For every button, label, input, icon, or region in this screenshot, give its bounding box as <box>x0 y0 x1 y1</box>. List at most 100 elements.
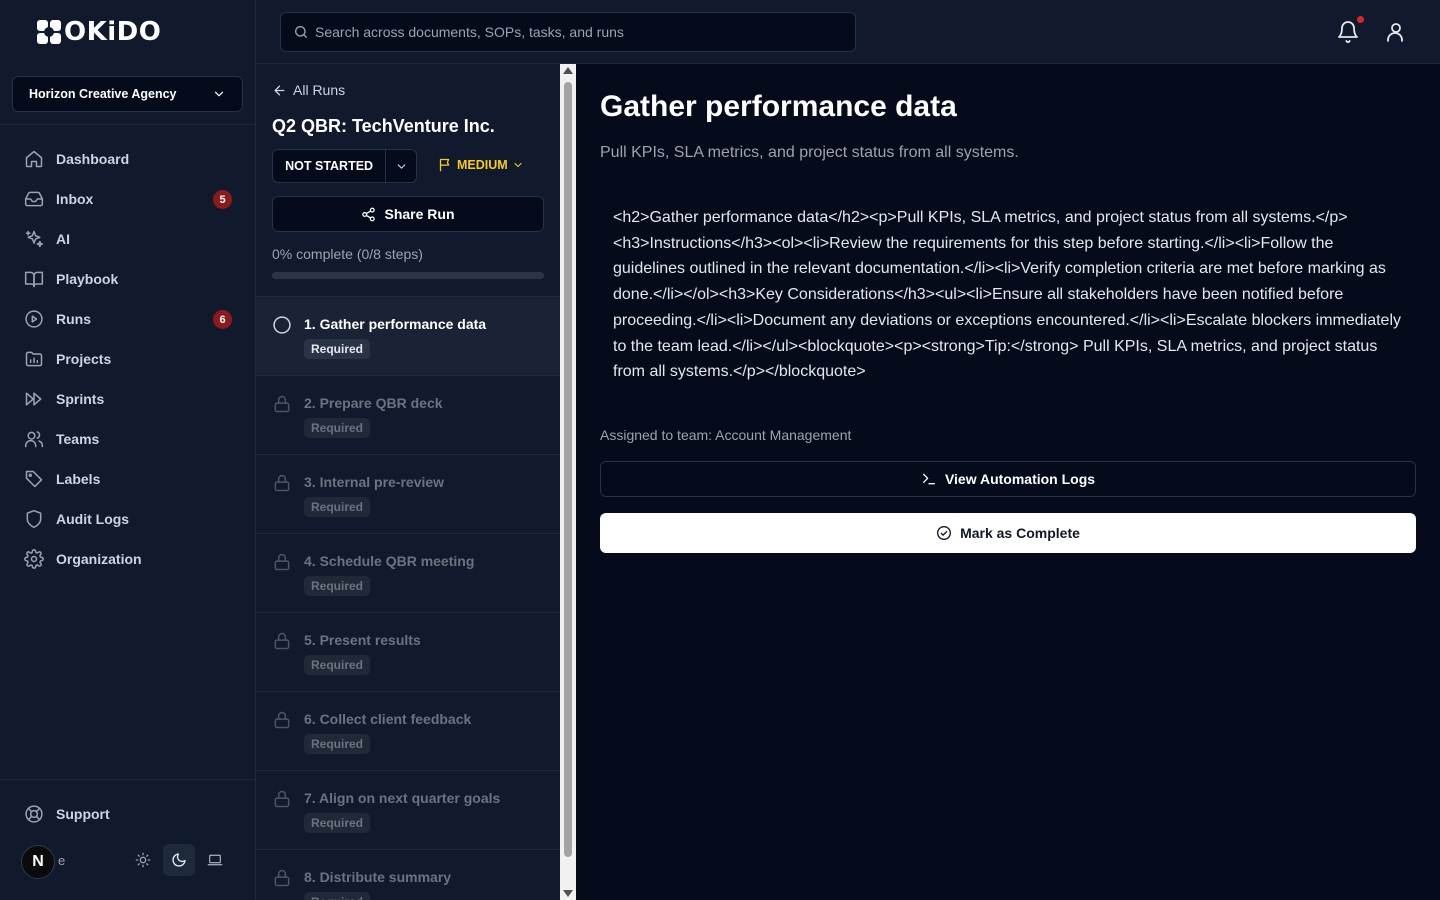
nav-item-labels[interactable]: Labels <box>12 459 244 499</box>
lock-icon <box>274 632 290 650</box>
sun-icon <box>135 852 151 868</box>
avatar[interactable]: N <box>21 845 55 879</box>
step-item[interactable]: 1. Gather performance data Required <box>256 297 560 376</box>
required-badge: Required <box>304 655 371 675</box>
user-icon[interactable] <box>1384 20 1408 44</box>
nav-label: Labels <box>56 471 101 487</box>
dark-theme-button[interactable] <box>163 844 195 876</box>
step-item[interactable]: 6. Collect client feedback Required <box>256 692 560 771</box>
chevron-down-icon <box>214 91 224 97</box>
nav-label: Sprints <box>56 391 105 407</box>
sparkles-icon <box>25 230 44 248</box>
nav-item-ai[interactable]: AI <box>12 219 244 259</box>
step-item[interactable]: 4. Schedule QBR meeting Required <box>256 534 560 613</box>
folder-chart-icon <box>25 351 43 367</box>
progress-text: 0% complete (0/8 steps) <box>272 246 423 262</box>
required-badge: Required <box>304 813 371 833</box>
nav-label: Inbox <box>56 191 94 207</box>
run-status-select[interactable]: NOT STARTED <box>272 149 417 183</box>
support-label: Support <box>56 806 110 822</box>
scroll-down-arrow[interactable] <box>563 890 573 897</box>
runs-count-badge: 6 <box>213 310 232 329</box>
fast-forward-icon <box>25 392 42 406</box>
nav-label: Playbook <box>56 271 119 287</box>
laptop-icon <box>207 854 223 866</box>
nav-item-teams[interactable]: Teams <box>12 419 244 459</box>
terminal-icon <box>922 473 935 485</box>
chevron-down-icon <box>514 162 522 167</box>
sidebar-divider <box>0 124 256 125</box>
nav-item-dashboard[interactable]: Dashboard <box>12 139 244 179</box>
nav-label: Audit Logs <box>56 511 130 527</box>
nav-label: Dashboard <box>56 151 130 167</box>
step-subtitle: Pull KPIs, SLA metrics, and project stat… <box>600 144 1019 161</box>
step-item[interactable]: 2. Prepare QBR deck Required <box>256 376 560 455</box>
share-icon <box>362 207 376 221</box>
logo-mark-icon <box>37 20 61 44</box>
nav-item-inbox[interactable]: Inbox 5 <box>12 179 244 219</box>
circle-icon <box>273 316 291 334</box>
nav-label: Projects <box>56 351 112 367</box>
top-bar <box>256 0 1440 64</box>
light-theme-button[interactable] <box>127 844 159 876</box>
required-badge: Required <box>304 339 371 359</box>
priority-label: MEDIUM <box>457 157 508 172</box>
scroll-up-arrow[interactable] <box>563 67 573 74</box>
required-badge: Required <box>304 892 371 900</box>
nav-item-sprints[interactable]: Sprints <box>12 379 244 419</box>
lock-icon <box>274 553 290 571</box>
book-icon <box>24 271 44 288</box>
step-item[interactable]: 8. Distribute summary Required <box>256 850 560 900</box>
scrollbar-thumb[interactable] <box>564 82 572 857</box>
view-automation-logs-label: View Automation Logs <box>944 471 1096 487</box>
lifebuoy-icon <box>25 805 43 823</box>
required-badge: Required <box>304 418 371 438</box>
nav-label: Teams <box>56 431 100 447</box>
search-input[interactable] <box>315 24 835 40</box>
status-chevron[interactable] <box>386 160 416 173</box>
back-to-all-runs-link[interactable]: All Runs <box>272 82 345 98</box>
nav-item-support[interactable]: Support <box>24 804 110 824</box>
run-status-label: NOT STARTED <box>285 159 374 173</box>
back-link-label: All Runs <box>293 82 346 98</box>
assigned-team: Assigned to team: Account Management <box>600 427 852 443</box>
step-list: 1. Gather performance data Required 2. Pre… <box>256 296 560 900</box>
check-circle-icon <box>937 526 952 540</box>
lock-icon <box>274 869 290 887</box>
nav-item-audit-logs[interactable]: Audit Logs <box>12 499 244 539</box>
nav-item-runs[interactable]: Runs 6 <box>12 299 244 339</box>
view-automation-logs-button[interactable]: View Automation Logs <box>600 461 1416 497</box>
steps-scrollbar[interactable] <box>560 64 576 900</box>
nav-item-organization[interactable]: Organization <box>12 539 244 579</box>
step-item[interactable]: 7. Align on next quarter goals Required <box>256 771 560 850</box>
mark-as-complete-button[interactable]: Mark as Complete <box>600 513 1416 553</box>
system-theme-button[interactable] <box>199 844 231 876</box>
priority-select[interactable]: MEDIUM <box>438 157 524 172</box>
step-item[interactable]: 3. Internal pre-review Required <box>256 455 560 534</box>
shield-icon <box>26 509 42 529</box>
inbox-icon <box>24 191 44 207</box>
nav-label: Runs <box>56 311 91 327</box>
users-icon <box>24 431 44 448</box>
run-steps-panel: All Runs Q2 QBR: TechVenture Inc. NOT ST… <box>256 64 560 900</box>
progress-bar <box>272 272 544 279</box>
nav-item-playbook[interactable]: Playbook <box>12 259 244 299</box>
chevron-down-icon <box>397 163 405 169</box>
mark-as-complete-label: Mark as Complete <box>960 525 1080 541</box>
step-item-title: 4. Schedule QBR meeting <box>304 553 475 569</box>
step-item-title: 1. Gather performance data <box>304 316 487 332</box>
search-bar[interactable] <box>280 12 856 52</box>
share-run-button[interactable]: Share Run <box>272 196 544 232</box>
organization-select[interactable]: Horizon Creative Agency <box>12 76 243 112</box>
run-title: Q2 QBR: TechVenture Inc. <box>272 116 495 136</box>
nav-item-projects[interactable]: Projects <box>12 339 244 379</box>
bell-icon[interactable] <box>1336 20 1360 44</box>
step-item-title: 7. Align on next quarter goals <box>304 790 501 806</box>
step-item-title: 8. Distribute summary <box>304 869 452 885</box>
logo[interactable]: OKiDO <box>36 17 161 47</box>
step-title: Gather performance data <box>600 90 957 123</box>
step-item[interactable]: 5. Present results Required <box>256 613 560 692</box>
arrow-left-icon <box>274 85 285 95</box>
tag-icon <box>25 470 43 488</box>
moon-icon <box>172 853 186 867</box>
